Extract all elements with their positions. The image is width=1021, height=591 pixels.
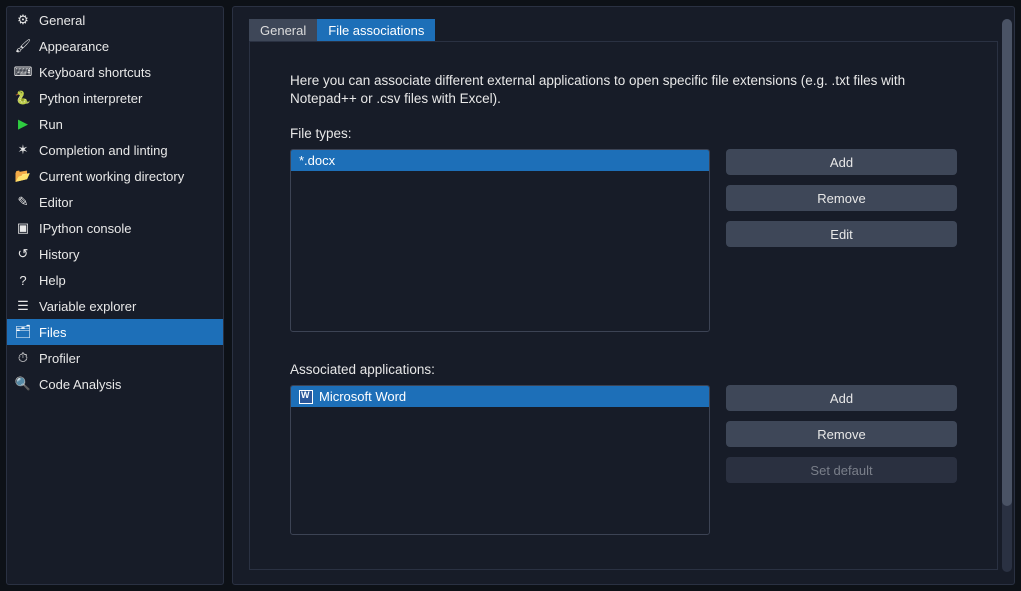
- sidebar-item-completion-linting[interactable]: ✶ Completion and linting: [7, 137, 223, 163]
- sidebar-item-profiler-icon: ⏱: [15, 350, 31, 366]
- assoc-apps-remove-button[interactable]: Remove: [726, 421, 957, 447]
- assoc-app-item[interactable]: Microsoft Word: [291, 386, 709, 407]
- sidebar-item-label: Help: [39, 273, 66, 288]
- sidebar-item-general[interactable]: ⚙︎ General: [7, 7, 223, 33]
- sidebar-item-keyboard-shortcuts-icon: ⌨: [15, 64, 31, 80]
- sidebar-item-label: Files: [39, 325, 66, 340]
- sidebar-item-variable-explorer-icon: ☰: [15, 298, 31, 314]
- sidebar-item-label: Variable explorer: [39, 299, 136, 314]
- sidebar-item-code-analysis-icon: 🔍: [15, 376, 31, 392]
- sidebar-item-label: Python interpreter: [39, 91, 142, 106]
- sidebar-item-help[interactable]: ? Help: [7, 267, 223, 293]
- sidebar-item-cwd[interactable]: 📂 Current working directory: [7, 163, 223, 189]
- sidebar-item-label: Appearance: [39, 39, 109, 54]
- sidebar-item-editor[interactable]: ✎ Editor: [7, 189, 223, 215]
- file-associations-pane: Here you can associate different externa…: [249, 41, 998, 570]
- file-types-list[interactable]: *.docx: [290, 149, 710, 332]
- sidebar-item-appearance-icon: 🖌: [15, 38, 31, 54]
- sidebar-item-label: History: [39, 247, 79, 262]
- sidebar-item-label: Editor: [39, 195, 73, 210]
- tab-general[interactable]: General: [249, 19, 317, 41]
- sidebar-item-run[interactable]: ▶ Run: [7, 111, 223, 137]
- assoc-app-item-label: Microsoft Word: [319, 389, 406, 404]
- sidebar-item-code-analysis[interactable]: 🔍 Code Analysis: [7, 371, 223, 397]
- sidebar-item-label: Run: [39, 117, 63, 132]
- sidebar-item-profiler[interactable]: ⏱ Profiler: [7, 345, 223, 371]
- sidebar-item-editor-icon: ✎: [15, 194, 31, 210]
- sidebar-item-python-interpreter-icon: 🐍: [15, 90, 31, 106]
- sidebar-item-keyboard-shortcuts[interactable]: ⌨ Keyboard shortcuts: [7, 59, 223, 85]
- sidebar-item-general-icon: ⚙︎: [15, 12, 31, 28]
- sidebar: ⚙︎ General 🖌 Appearance ⌨ Keyboard shortcuts 🐍…: [6, 6, 224, 585]
- sidebar-item-python-interpreter[interactable]: 🐍 Python interpreter: [7, 85, 223, 111]
- sidebar-item-completion-linting-icon: ✶: [15, 142, 31, 158]
- intro-text: Here you can associate different externa…: [290, 72, 957, 108]
- tab-row: General File associations: [233, 19, 1014, 41]
- sidebar-item-files[interactable]: 🗂 Files: [7, 319, 223, 345]
- file-type-item[interactable]: *.docx: [291, 150, 709, 171]
- scrollbar[interactable]: [1002, 19, 1012, 572]
- tab-file-associations[interactable]: File associations: [317, 19, 435, 41]
- file-types-label: File types:: [290, 126, 957, 141]
- sidebar-item-label: General: [39, 13, 85, 28]
- sidebar-item-appearance[interactable]: 🖌 Appearance: [7, 33, 223, 59]
- sidebar-item-variable-explorer[interactable]: ☰ Variable explorer: [7, 293, 223, 319]
- scrollbar-thumb[interactable]: [1002, 19, 1012, 506]
- sidebar-item-label: Profiler: [39, 351, 80, 366]
- file-types-remove-button[interactable]: Remove: [726, 185, 957, 211]
- assoc-apps-label: Associated applications:: [290, 362, 957, 377]
- file-types-add-button[interactable]: Add: [726, 149, 957, 175]
- sidebar-item-history[interactable]: ↺ History: [7, 241, 223, 267]
- sidebar-item-help-icon: ?: [15, 272, 31, 288]
- sidebar-item-run-icon: ▶: [15, 116, 31, 132]
- assoc-apps-list[interactable]: Microsoft Word: [290, 385, 710, 535]
- sidebar-item-ipython-console[interactable]: ▣ IPython console: [7, 215, 223, 241]
- assoc-apps-set-default-button[interactable]: Set default: [726, 457, 957, 483]
- sidebar-item-files-icon: 🗂: [15, 324, 31, 340]
- sidebar-item-label: Completion and linting: [39, 143, 168, 158]
- sidebar-item-label: Keyboard shortcuts: [39, 65, 151, 80]
- sidebar-item-label: Current working directory: [39, 169, 184, 184]
- main-panel: General File associations Here you can a…: [232, 6, 1015, 585]
- word-icon: [299, 390, 313, 404]
- sidebar-item-cwd-icon: 📂: [15, 168, 31, 184]
- sidebar-item-history-icon: ↺: [15, 246, 31, 262]
- sidebar-item-label: Code Analysis: [39, 377, 121, 392]
- sidebar-item-label: IPython console: [39, 221, 132, 236]
- file-types-edit-button[interactable]: Edit: [726, 221, 957, 247]
- assoc-apps-add-button[interactable]: Add: [726, 385, 957, 411]
- sidebar-item-ipython-console-icon: ▣: [15, 220, 31, 236]
